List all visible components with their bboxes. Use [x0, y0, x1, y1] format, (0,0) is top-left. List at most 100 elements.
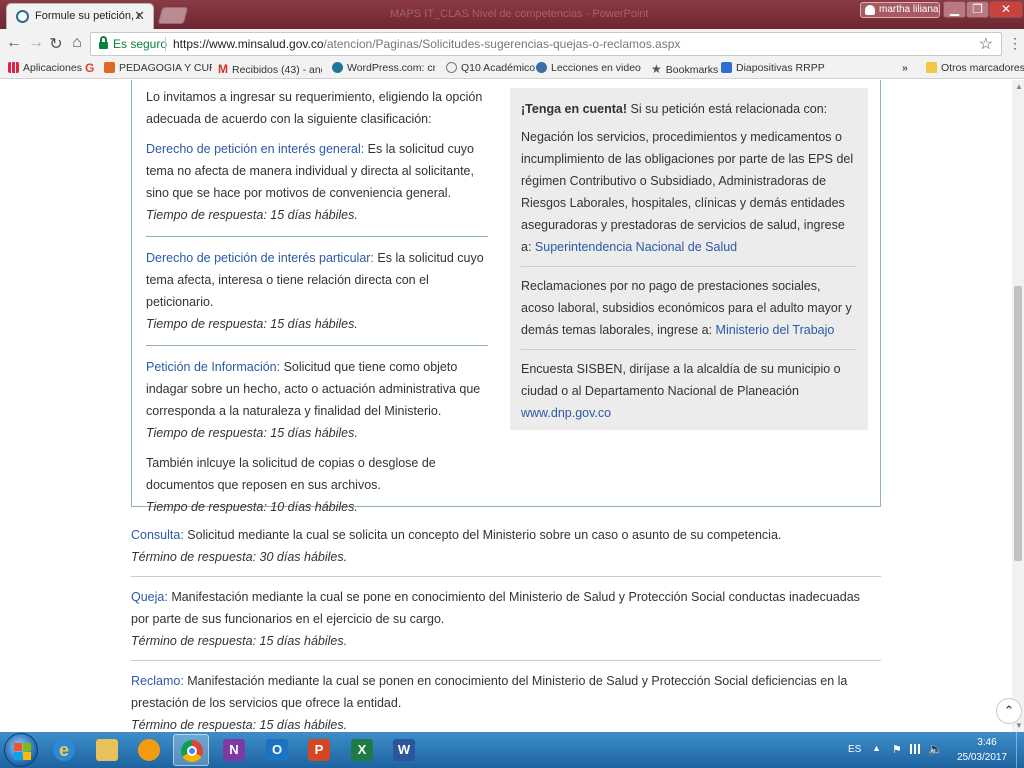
sisben-item: Encuesta SISBEN, diríjase a la alcaldía … [521, 358, 857, 424]
scrollbar-thumb[interactable] [1014, 286, 1022, 561]
sisben-text: Encuesta SISBEN, diríjase a la alcaldía … [521, 362, 841, 398]
url-path: /atencion/Paginas/Solicitudes-sugerencia… [323, 37, 681, 51]
queja-link[interactable]: Queja: [131, 590, 168, 604]
taskbar-internet-explorer[interactable]: e [46, 734, 82, 766]
reclamo-text: Manifestación mediante la cual se ponen … [131, 674, 848, 710]
notice-bold: ¡Tenga en cuenta! [521, 102, 628, 116]
scroll-down-arrow-icon[interactable]: ▼ [1015, 721, 1023, 730]
browser-tab[interactable]: Formule su petición, que ✕ [6, 3, 154, 29]
definitions-section: Consulta: Solicitud mediante la cual se … [131, 524, 881, 732]
divider [521, 349, 857, 350]
bookmarks-overflow-chevron-icon[interactable]: » [902, 62, 908, 74]
bookmark-star-icon[interactable]: ☆ [979, 34, 993, 54]
reclamo-item: Reclamo: Manifestación mediante la cual … [131, 670, 881, 714]
bookmark-label: Recibidos (43) - angel [232, 64, 322, 76]
word-icon: W [393, 739, 415, 761]
bookmark-lecciones[interactable]: Lecciones en video - [536, 62, 642, 74]
bookmark-label: Otros marcadores [941, 62, 1024, 74]
language-indicator[interactable]: ES [848, 744, 861, 755]
lock-icon [99, 36, 108, 49]
information-request-item: Petición de Información: Solicitud que t… [146, 356, 488, 422]
scroll-up-arrow-icon[interactable]: ▲ [1015, 82, 1023, 91]
back-arrow-icon[interactable]: ← [4, 34, 24, 52]
bookmark-label: Q10 Académico [461, 62, 536, 74]
media-play-icon [138, 739, 160, 761]
divider [146, 236, 488, 237]
taskbar-media-player[interactable] [131, 734, 167, 766]
url-text[interactable]: https://www.minsalud.gov.co/atencion/Pag… [173, 37, 680, 51]
taskbar-excel[interactable]: X [344, 734, 380, 766]
bookmark-q10[interactable]: Q10 Académico [446, 62, 535, 74]
taskbar-chrome[interactable] [173, 734, 209, 766]
bookmark-pedagogia[interactable]: PEDAGOGIA Y CURRI [104, 62, 212, 74]
general-interest-item: Derecho de petición en interés general: … [146, 138, 488, 204]
close-window-button[interactable]: ✕ [989, 1, 1023, 18]
bookmarks-bar: Aplicaciones G PEDAGOGIA Y CURRI M Recibi… [0, 59, 1024, 79]
internet-explorer-icon: e [53, 739, 75, 761]
taskbar-word[interactable]: W [386, 734, 422, 766]
powerpoint-icon: P [308, 739, 330, 761]
clock-date[interactable]: 25/03/2017 [952, 752, 1012, 763]
notice-rest: Si su petición está relacionada con: [627, 102, 828, 116]
volume-icon[interactable]: 🔈 [928, 742, 943, 756]
bookmark-folder-bookmarks[interactable]: ★ Bookmarks [651, 62, 718, 76]
bookmark-diapositivas[interactable]: Diapositivas RRPP - la [721, 62, 826, 74]
video-icon [536, 62, 547, 73]
supersalud-link[interactable]: Superintendencia Nacional de Salud [535, 240, 737, 254]
general-interest-link[interactable]: Derecho de petición en interés general: [146, 142, 364, 156]
network-signal-icon[interactable] [910, 744, 922, 754]
address-bar[interactable]: Es seguro https://www.minsalud.gov.co/at… [90, 32, 1002, 56]
bookmark-label: Lecciones en video - [551, 62, 642, 74]
taskbar-outlook[interactable]: O [259, 734, 295, 766]
home-icon[interactable]: ⌂ [67, 34, 87, 52]
taskbar-file-explorer[interactable] [89, 734, 125, 766]
bookmark-apps[interactable]: Aplicaciones [8, 62, 82, 74]
reload-icon[interactable]: ↻ [46, 34, 66, 54]
minsalud-favicon-icon [16, 10, 29, 23]
notice-panel: ¡Tenga en cuenta! Si su petición está re… [510, 88, 868, 430]
maximize-button[interactable]: ❐ [966, 1, 989, 18]
page-content: Lo invitamos a ingresar su requerimiento… [0, 80, 1024, 732]
supersalud-text: Negación los servicios, procedimientos y… [521, 130, 854, 254]
profile-name: martha liliana [879, 4, 939, 15]
minimize-button[interactable]: ▁ [943, 1, 966, 18]
outlook-icon: O [266, 739, 288, 761]
profile-badge[interactable]: martha liliana [860, 2, 940, 18]
clock-time[interactable]: 3:46 [967, 737, 1007, 748]
windows-logo-icon [14, 743, 22, 751]
apps-grid-icon [8, 62, 19, 73]
bookmark-other-folder[interactable]: Otros marcadores [926, 62, 1024, 74]
divider [146, 345, 488, 346]
particular-interest-time: Tiempo de respuesta: 15 días hábiles. [146, 317, 358, 331]
show-hidden-icons-icon[interactable]: ▲ [872, 743, 881, 753]
supersalud-item: Negación los servicios, procedimientos y… [521, 126, 857, 258]
notice-heading: ¡Tenga en cuenta! Si su petición está re… [521, 98, 857, 120]
taskbar-powerpoint[interactable]: P [301, 734, 337, 766]
onenote-icon: N [223, 739, 245, 761]
forward-arrow-icon[interactable]: → [26, 34, 46, 52]
new-tab-button[interactable] [157, 7, 189, 24]
show-desktop-button[interactable] [1016, 732, 1024, 768]
user-icon [865, 5, 875, 15]
divider [521, 266, 857, 267]
consulta-item: Consulta: Solicitud mediante la cual se … [131, 524, 881, 546]
trabajo-item: Reclamaciones por no pago de prestacione… [521, 275, 857, 341]
bookmark-gmail[interactable]: M Recibidos (43) - angel [218, 62, 322, 76]
taskbar-onenote[interactable]: N [216, 734, 252, 766]
dnp-link[interactable]: www.dnp.gov.co [521, 406, 611, 420]
trabajo-link[interactable]: Ministerio del Trabajo [716, 323, 835, 337]
browser-menu-icon[interactable]: ⋮ [1008, 35, 1022, 52]
tab-close-icon[interactable]: ✕ [134, 8, 145, 24]
particular-interest-link[interactable]: Derecho de petición de interés particula… [146, 251, 374, 265]
action-center-flag-icon[interactable]: ⚑ [892, 743, 902, 756]
bookmark-wordpress[interactable]: WordPress.com: crea [332, 62, 435, 74]
start-button[interactable] [4, 733, 38, 767]
consulta-link[interactable]: Consulta: [131, 528, 184, 542]
reclamo-link[interactable]: Reclamo: [131, 674, 184, 688]
queja-time: Término de respuesta: 15 días hábiles. [131, 634, 348, 648]
bookmark-google[interactable]: G [85, 61, 94, 75]
information-request-link[interactable]: Petición de Información: [146, 360, 280, 374]
back-to-top-button[interactable]: ⌃ [996, 698, 1022, 724]
browser-title-bar: Formule su petición, que ✕ MAPS IT_CLAS … [0, 0, 1024, 29]
vertical-scrollbar[interactable]: ▲ ▼ [1012, 80, 1024, 732]
